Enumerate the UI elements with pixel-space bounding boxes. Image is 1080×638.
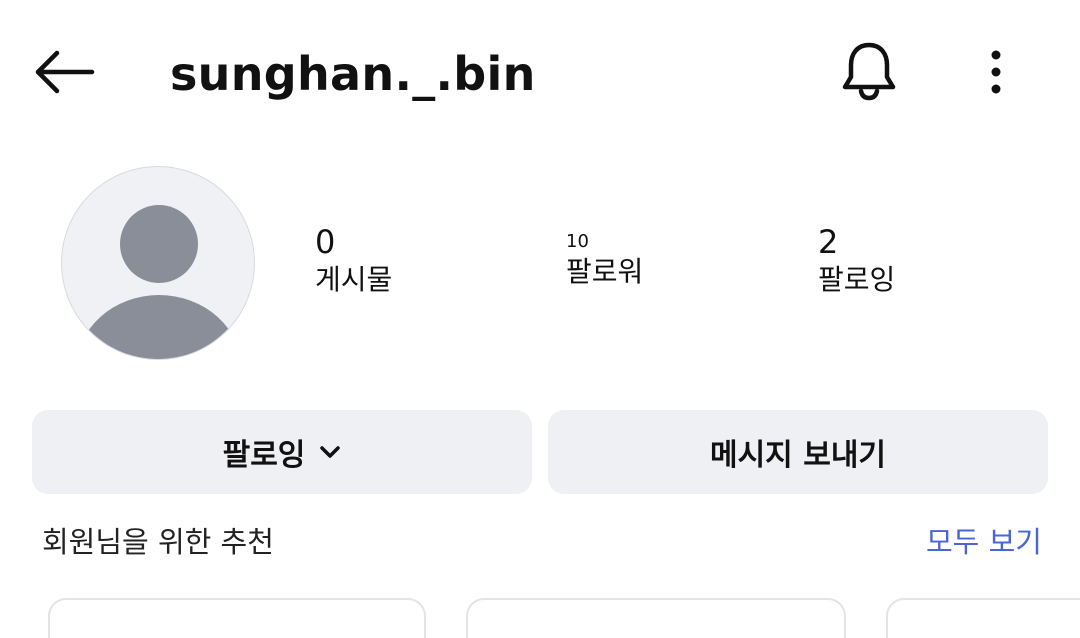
suggestion-card[interactable] xyxy=(466,598,846,638)
following-button-label: 팔로잉 xyxy=(222,438,306,473)
avatar-head-shape xyxy=(120,205,198,283)
more-vertical-icon xyxy=(989,49,1003,99)
more-options-button[interactable] xyxy=(966,40,1026,108)
followers-label: 팔로워 xyxy=(566,255,644,288)
following-stat[interactable]: 2 팔로잉 xyxy=(818,222,895,298)
send-message-label: 메시지 보내기 xyxy=(709,438,887,473)
posts-label: 게시물 xyxy=(315,263,393,296)
send-message-button[interactable]: 메시지 보내기 xyxy=(548,410,1048,494)
avatar[interactable] xyxy=(61,166,255,360)
posts-count: 0 xyxy=(315,223,336,261)
arrow-left-icon xyxy=(33,50,95,98)
followers-count: 10 xyxy=(566,231,589,252)
see-all-link[interactable]: 모두 보기 xyxy=(926,522,1042,562)
notification-button[interactable] xyxy=(832,36,906,110)
back-button[interactable] xyxy=(22,40,106,108)
avatar-body-shape xyxy=(76,295,242,359)
suggestions-title: 회원님을 위한 추천 xyxy=(42,525,274,559)
following-count: 2 xyxy=(818,223,839,261)
suggestion-card[interactable] xyxy=(48,598,426,638)
posts-stat[interactable]: 0 게시물 xyxy=(315,222,392,298)
following-label: 팔로잉 xyxy=(818,263,896,296)
chevron-down-icon xyxy=(319,445,341,459)
suggestion-card[interactable] xyxy=(886,598,1080,638)
followers-stat[interactable]: 10 팔로워 xyxy=(566,222,643,290)
following-button[interactable]: 팔로잉 xyxy=(32,410,532,494)
profile-username: sunghan._.bin xyxy=(170,47,536,101)
bell-icon xyxy=(840,40,898,106)
